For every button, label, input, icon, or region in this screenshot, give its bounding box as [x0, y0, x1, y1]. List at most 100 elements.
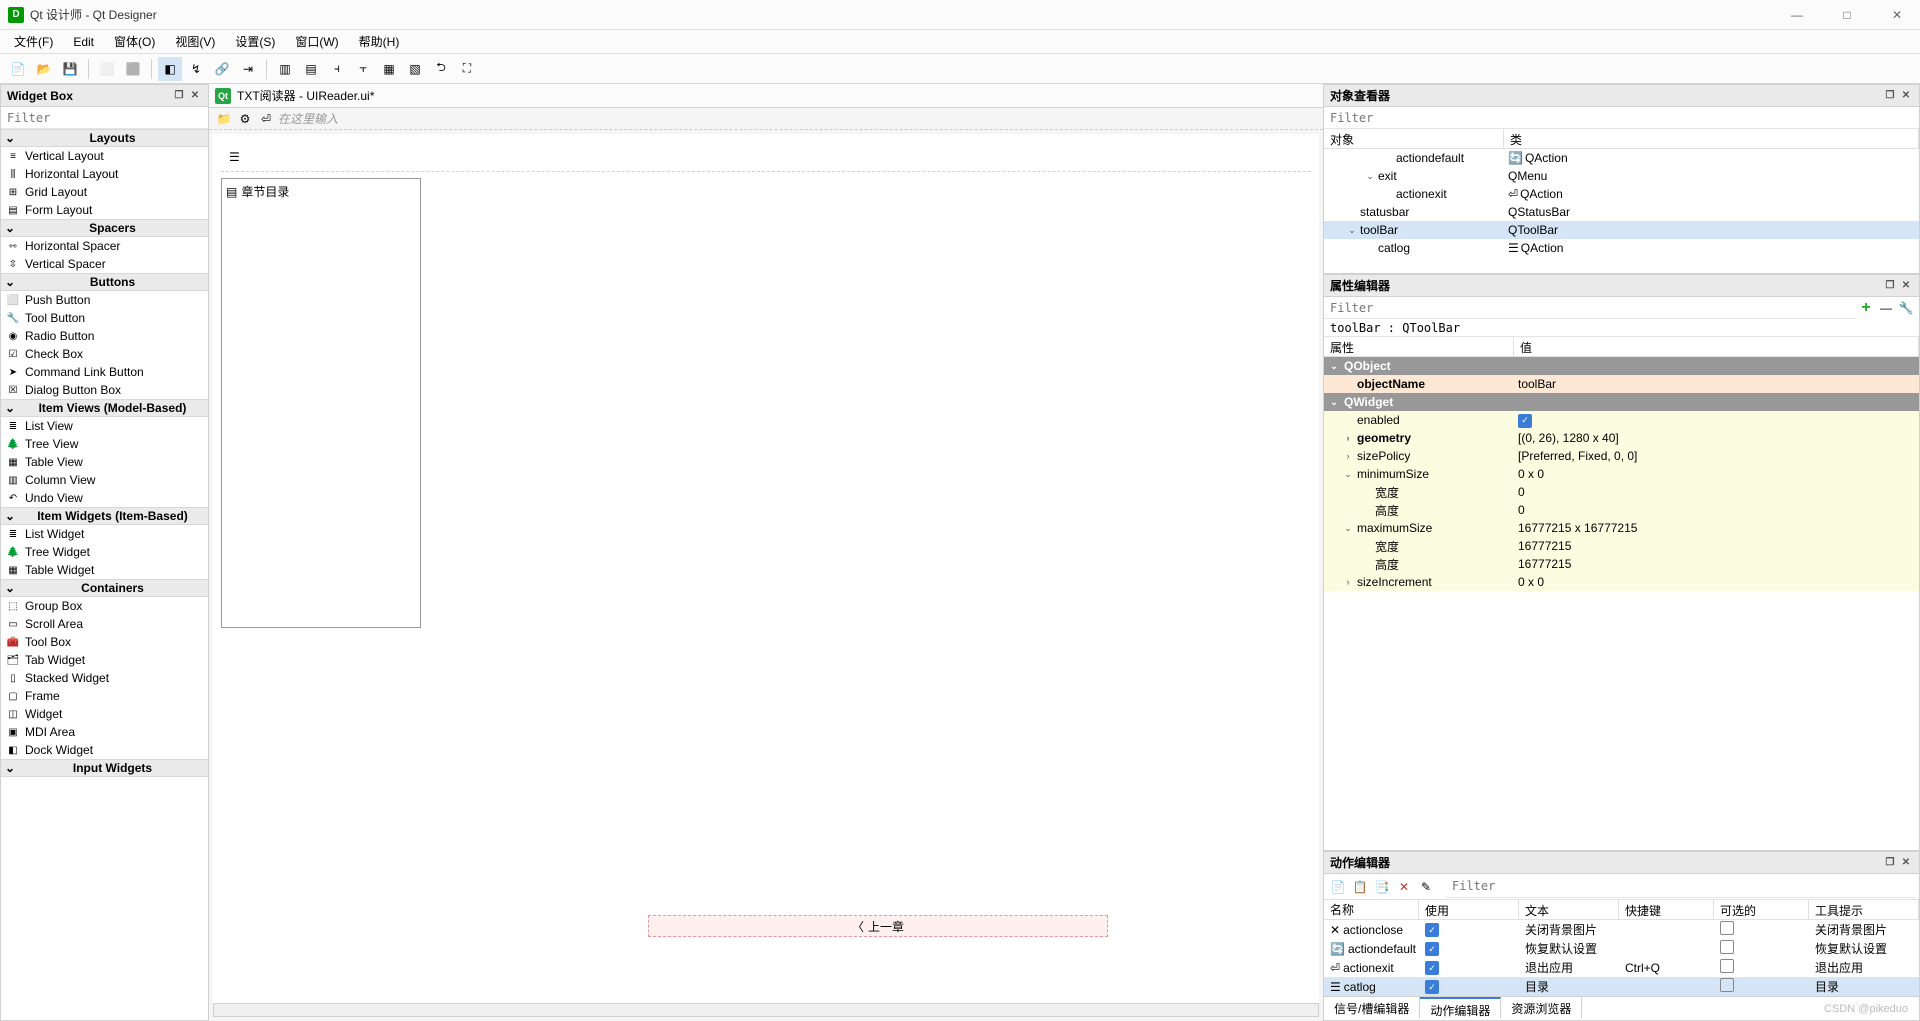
edit-signals-icon[interactable]: ↯: [184, 57, 208, 81]
maximize-button[interactable]: □: [1832, 5, 1862, 25]
property-row[interactable]: objectNametoolBar: [1324, 375, 1919, 393]
configure-icon[interactable]: ✎: [1416, 877, 1436, 897]
new-file-icon[interactable]: 📄: [6, 57, 30, 81]
widget-group-layouts[interactable]: ⌄Layouts: [1, 129, 208, 147]
object-inspector-filter[interactable]: [1324, 107, 1919, 129]
open-file-icon[interactable]: 📂: [32, 57, 56, 81]
action-row[interactable]: ⏎actionexit✓退出应用Ctrl+Q退出应用: [1324, 958, 1919, 977]
restore-icon[interactable]: ❐: [1883, 279, 1897, 293]
toolbar-input-hint[interactable]: 在这里输入: [278, 110, 338, 127]
widget-item[interactable]: ▦Table View: [1, 453, 208, 471]
widget-group-input-widgets[interactable]: ⌄Input Widgets: [1, 759, 208, 777]
property-filter[interactable]: [1324, 297, 1855, 319]
menu-form[interactable]: 窗体(O): [106, 31, 163, 52]
edit-buddies-icon[interactable]: 🔗: [210, 57, 234, 81]
widget-item[interactable]: 🧰Tool Box: [1, 633, 208, 651]
layout-grid-icon[interactable]: ▦: [377, 57, 401, 81]
checkbox-icon[interactable]: ✓: [1425, 923, 1439, 937]
widget-item[interactable]: ◉Radio Button: [1, 327, 208, 345]
new-action-icon[interactable]: 📄: [1328, 877, 1348, 897]
widget-item[interactable]: ▣MDI Area: [1, 723, 208, 741]
object-tree-row[interactable]: statusbarQStatusBar: [1324, 203, 1919, 221]
layout-horizontal-icon[interactable]: ▥: [273, 57, 297, 81]
column-header-class[interactable]: 类: [1504, 129, 1919, 148]
add-property-icon[interactable]: +: [1857, 299, 1875, 317]
widget-item[interactable]: ≣List Widget: [1, 525, 208, 543]
widget-item[interactable]: ▢Frame: [1, 687, 208, 705]
action-filter[interactable]: [1446, 876, 1915, 898]
property-row[interactable]: ›sizeIncrement0 x 0: [1324, 573, 1919, 591]
widget-group-spacers[interactable]: ⌄Spacers: [1, 219, 208, 237]
menu-edit[interactable]: Edit: [65, 33, 102, 51]
widget-item[interactable]: 🗂Tab Widget: [1, 651, 208, 669]
action-row[interactable]: 🔄actiondefault✓恢复默认设置恢复默认设置: [1324, 939, 1919, 958]
widget-group-containers[interactable]: ⌄Containers: [1, 579, 208, 597]
layout-vsplit-icon[interactable]: ⫟: [351, 57, 375, 81]
object-tree-row[interactable]: ⌄toolBarQToolBar: [1324, 221, 1919, 239]
widget-item[interactable]: ☒Dialog Button Box: [1, 381, 208, 399]
widget-group-item-widgets-item-based-[interactable]: ⌄Item Widgets (Item-Based): [1, 507, 208, 525]
menu-view[interactable]: 视图(V): [167, 31, 223, 52]
widget-item[interactable]: ◧Dock Widget: [1, 741, 208, 759]
column-header-object[interactable]: 对象: [1324, 129, 1504, 148]
checkbox-icon[interactable]: [1720, 940, 1734, 954]
property-row[interactable]: ⌄minimumSize0 x 0: [1324, 465, 1919, 483]
checkbox-icon[interactable]: ✓: [1425, 942, 1439, 956]
object-tree-row[interactable]: catlog☰ QAction: [1324, 239, 1919, 257]
widget-item[interactable]: 🔧Tool Button: [1, 309, 208, 327]
property-row[interactable]: ›geometry[(0, 26), 1280 x 40]: [1324, 429, 1919, 447]
menu-file[interactable]: 文件(F): [6, 31, 61, 52]
close-icon[interactable]: ✕: [188, 89, 202, 103]
checkbox-icon[interactable]: [1720, 978, 1734, 992]
minimize-button[interactable]: —: [1782, 5, 1812, 25]
tab-action-editor[interactable]: 动作编辑器: [1420, 997, 1501, 1018]
col-text[interactable]: 文本: [1519, 900, 1619, 919]
widget-item[interactable]: ▭Scroll Area: [1, 615, 208, 633]
checkbox-icon[interactable]: ✓: [1425, 980, 1439, 994]
action-row[interactable]: ✕actionclose✓关闭背景图片关闭背景图片: [1324, 920, 1919, 939]
tab-signal-slot[interactable]: 信号/槽编辑器: [1324, 997, 1420, 1018]
object-tree-row[interactable]: ⌄exitQMenu: [1324, 167, 1919, 185]
widget-item[interactable]: ▯Stacked Widget: [1, 669, 208, 687]
menu-window[interactable]: 窗口(W): [287, 31, 346, 52]
widget-group-buttons[interactable]: ⌄Buttons: [1, 273, 208, 291]
object-tree-row[interactable]: actionexit⏎ QAction: [1324, 185, 1919, 203]
col-tooltip[interactable]: 工具提示: [1809, 900, 1919, 919]
property-row[interactable]: 宽度16777215: [1324, 537, 1919, 555]
widget-item[interactable]: ☑Check Box: [1, 345, 208, 363]
col-use[interactable]: 使用: [1419, 900, 1519, 919]
property-row[interactable]: 高度0: [1324, 501, 1919, 519]
widget-item[interactable]: 🌲Tree Widget: [1, 543, 208, 561]
checkbox-icon[interactable]: ✓: [1518, 414, 1532, 428]
close-icon[interactable]: ✕: [1899, 89, 1913, 103]
close-button[interactable]: ✕: [1882, 5, 1912, 25]
checkbox-icon[interactable]: [1720, 921, 1734, 935]
paste-action-icon[interactable]: 📑: [1372, 877, 1392, 897]
exit-icon[interactable]: ⏎: [257, 110, 275, 128]
widget-item[interactable]: ≣List View: [1, 417, 208, 435]
col-name[interactable]: 名称: [1324, 900, 1419, 919]
preview-list-widget[interactable]: ▤章节目录: [221, 178, 421, 628]
widget-group-item-views-model-based-[interactable]: ⌄Item Views (Model-Based): [1, 399, 208, 417]
property-row[interactable]: 宽度0: [1324, 483, 1919, 501]
prev-chapter-button[interactable]: 〈 上一章: [648, 915, 1108, 937]
widget-item[interactable]: ▤Form Layout: [1, 201, 208, 219]
action-row[interactable]: ☰catlog✓目录目录: [1324, 977, 1919, 996]
remove-property-icon[interactable]: —: [1877, 299, 1895, 317]
property-row[interactable]: ›sizePolicy[Preferred, Fixed, 0, 0]: [1324, 447, 1919, 465]
folder-icon[interactable]: 📁: [215, 110, 233, 128]
widget-item[interactable]: ⬚Group Box: [1, 597, 208, 615]
column-header-property[interactable]: 属性: [1324, 337, 1514, 356]
property-row[interactable]: 高度16777215: [1324, 555, 1919, 573]
adjust-size-icon[interactable]: ⛶: [455, 57, 479, 81]
widget-item[interactable]: ⫼Horizontal Layout: [1, 165, 208, 183]
widget-item[interactable]: 🌲Tree View: [1, 435, 208, 453]
layout-form-icon[interactable]: ▧: [403, 57, 427, 81]
object-tree-row[interactable]: actiondefault🔄 QAction: [1324, 149, 1919, 167]
close-icon[interactable]: ✕: [1899, 856, 1913, 870]
widget-item[interactable]: ◫Widget: [1, 705, 208, 723]
tab-resource-browser[interactable]: 资源浏览器: [1501, 997, 1582, 1018]
widget-item[interactable]: ▦Table Widget: [1, 561, 208, 579]
col-checkable[interactable]: 可选的: [1714, 900, 1809, 919]
property-row[interactable]: enabled✓: [1324, 411, 1919, 429]
